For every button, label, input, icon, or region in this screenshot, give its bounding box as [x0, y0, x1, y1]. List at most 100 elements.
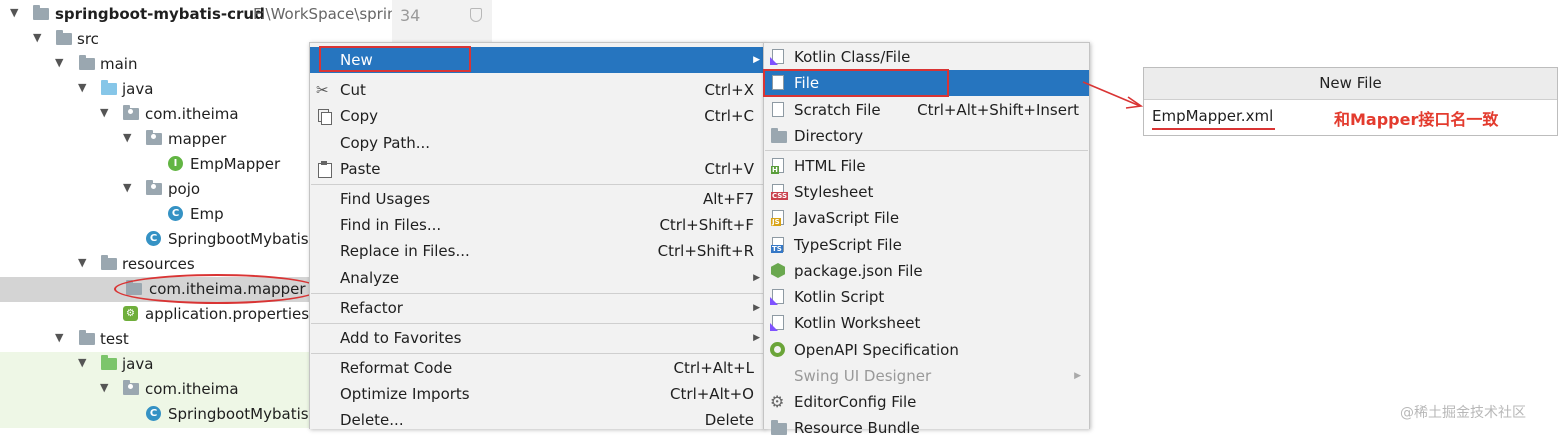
- menu-label: JavaScript File: [794, 209, 900, 227]
- menu-label: Delete...: [340, 411, 404, 429]
- folder-icon: [55, 30, 73, 48]
- clipboard-icon: [316, 161, 332, 178]
- chevron-down-icon[interactable]: ▼: [100, 106, 112, 120]
- menu-item-add-to-favorites[interactable]: Add to Favorites ▶: [310, 325, 764, 351]
- package-icon: [145, 130, 163, 148]
- tree-label: SpringbootMybatis: [168, 405, 309, 423]
- submenu-item-typescript-file[interactable]: TS TypeScript File: [764, 232, 1089, 258]
- chevron-down-icon[interactable]: ▼: [10, 6, 22, 20]
- menu-item-replace-in-files[interactable]: Replace in Files... Ctrl+Shift+R: [310, 238, 764, 264]
- submenu-item-kotlin-script[interactable]: Kotlin Script: [764, 284, 1089, 310]
- chevron-down-icon[interactable]: ▼: [123, 131, 135, 145]
- submenu-arrow-icon: ▶: [753, 303, 760, 313]
- menu-item-delete[interactable]: Delete... Delete: [310, 407, 764, 433]
- menu-item-cut[interactable]: ✂ Cut Ctrl+X: [310, 77, 764, 103]
- chevron-down-icon[interactable]: ▼: [55, 56, 67, 70]
- menu-label: Refactor: [340, 299, 403, 317]
- menu-shortcut: Ctrl+Alt+L: [673, 359, 755, 377]
- menu-item-copy-path[interactable]: Copy Path...: [310, 130, 764, 156]
- project-path: F:\WorkSpace\spring: [253, 5, 392, 23]
- tree-label: com.itheima: [145, 380, 239, 398]
- menu-label: OpenAPI Specification: [794, 341, 959, 359]
- menu-label: Directory: [794, 127, 864, 145]
- annotation-box-file: [763, 69, 949, 97]
- menu-item-copy[interactable]: Copy Ctrl+C: [310, 103, 764, 129]
- menu-item-paste[interactable]: Paste Ctrl+V: [310, 156, 764, 182]
- menu-item-find-usages[interactable]: Find Usages Alt+F7: [310, 186, 764, 212]
- tree-label: Emp: [190, 205, 224, 223]
- module-folder-icon: [32, 5, 50, 23]
- submenu-item-kotlin-worksheet[interactable]: Kotlin Worksheet: [764, 310, 1089, 336]
- editor-gutter: 34: [392, 0, 492, 44]
- annotation-ellipse-folder: [114, 274, 320, 304]
- chevron-down-icon[interactable]: ▼: [55, 331, 67, 345]
- submenu-item-scratch-file[interactable]: Scratch File Ctrl+Alt+Shift+Insert: [764, 97, 1089, 123]
- menu-label: Stylesheet: [794, 183, 874, 201]
- directory-icon: [770, 128, 787, 144]
- chevron-down-icon[interactable]: ▼: [100, 381, 112, 395]
- submenu-item-directory[interactable]: Directory: [764, 123, 1089, 149]
- submenu-item-kotlin-class[interactable]: Kotlin Class/File: [764, 44, 1089, 70]
- annotation-box-new: [319, 46, 471, 72]
- submenu-item-resource-bundle[interactable]: Resource Bundle: [764, 415, 1089, 441]
- test-source-folder-icon: [100, 355, 118, 373]
- menu-item-analyze[interactable]: Analyze ▶: [310, 265, 764, 291]
- spring-class-icon: C: [145, 405, 163, 423]
- chevron-down-icon[interactable]: ▼: [78, 81, 90, 95]
- folder-icon: [78, 55, 96, 73]
- watermark: @稀土掘金技术社区: [1400, 405, 1526, 421]
- class-icon: C: [167, 205, 185, 223]
- menu-item-optimize-imports[interactable]: Optimize Imports Ctrl+Alt+O: [310, 381, 764, 407]
- menu-label: HTML File: [794, 157, 866, 175]
- ts-file-icon: TS: [770, 237, 786, 253]
- tree-label: resources: [122, 255, 195, 273]
- tree-row-project[interactable]: ▼ springboot-mybatis-crud F:\WorkSpace\s…: [0, 2, 392, 27]
- submenu-item-openapi[interactable]: OpenAPI Specification: [764, 337, 1089, 363]
- menu-item-refactor[interactable]: Refactor ▶: [310, 295, 764, 321]
- menu-shortcut: Alt+F7: [702, 190, 754, 208]
- menu-label: Kotlin Script: [794, 288, 885, 306]
- menu-label: Swing UI Designer: [794, 367, 932, 385]
- chevron-down-icon[interactable]: ▼: [33, 31, 45, 45]
- tree-label: SpringbootMybatis: [168, 230, 309, 248]
- openapi-icon: [770, 342, 786, 358]
- tree-label: test: [100, 330, 129, 348]
- interface-icon: I: [167, 155, 185, 173]
- submenu-item-html-file[interactable]: H HTML File: [764, 153, 1089, 179]
- kotlin-icon: [770, 49, 786, 65]
- chevron-down-icon[interactable]: ▼: [78, 256, 90, 270]
- tree-label: pojo: [168, 180, 201, 198]
- tree-label: mapper: [168, 130, 227, 148]
- submenu-arrow-icon: ▶: [753, 273, 760, 283]
- gear-icon: ⚙: [770, 392, 785, 411]
- submenu-item-javascript-file[interactable]: JS JavaScript File: [764, 205, 1089, 231]
- menu-label: Kotlin Class/File: [794, 48, 911, 66]
- menu-shortcut: Delete: [704, 411, 754, 429]
- chevron-down-icon[interactable]: ▼: [78, 356, 90, 370]
- chevron-down-icon[interactable]: ▼: [123, 181, 135, 195]
- scissors-icon: ✂: [316, 81, 329, 99]
- tree-label: com.itheima: [145, 105, 239, 123]
- menu-shortcut: Ctrl+X: [704, 81, 754, 99]
- menu-item-reformat-code[interactable]: Reformat Code Ctrl+Alt+L: [310, 355, 764, 381]
- package-icon: [122, 380, 140, 398]
- new-file-dialog: New File EmpMapper.xml 和Mapper接口名一致: [1143, 67, 1558, 136]
- submenu-item-swing-ui-designer[interactable]: Swing UI Designer ▶: [764, 363, 1089, 389]
- nodejs-icon: [770, 263, 786, 279]
- project-name: springboot-mybatis-crud: [55, 5, 265, 23]
- package-icon: [122, 105, 140, 123]
- menu-label: Find in Files...: [340, 216, 442, 234]
- menu-shortcut: Ctrl+Shift+F: [659, 216, 754, 234]
- submenu-item-editorconfig[interactable]: ⚙ EditorConfig File: [764, 389, 1089, 415]
- filename-input[interactable]: EmpMapper.xml: [1152, 107, 1273, 125]
- properties-icon: ⚙: [122, 305, 140, 323]
- menu-shortcut: Ctrl+C: [704, 107, 754, 125]
- menu-label: Analyze: [340, 269, 400, 287]
- submenu-item-package-json[interactable]: package.json File: [764, 258, 1089, 284]
- menu-label: Cut: [340, 81, 366, 99]
- submenu-item-stylesheet[interactable]: CSS Stylesheet: [764, 179, 1089, 205]
- tree-label: java: [122, 80, 154, 98]
- kotlin-script-icon: [770, 289, 786, 305]
- fold-marker-icon[interactable]: [470, 8, 482, 22]
- menu-item-find-in-files[interactable]: Find in Files... Ctrl+Shift+F: [310, 212, 764, 238]
